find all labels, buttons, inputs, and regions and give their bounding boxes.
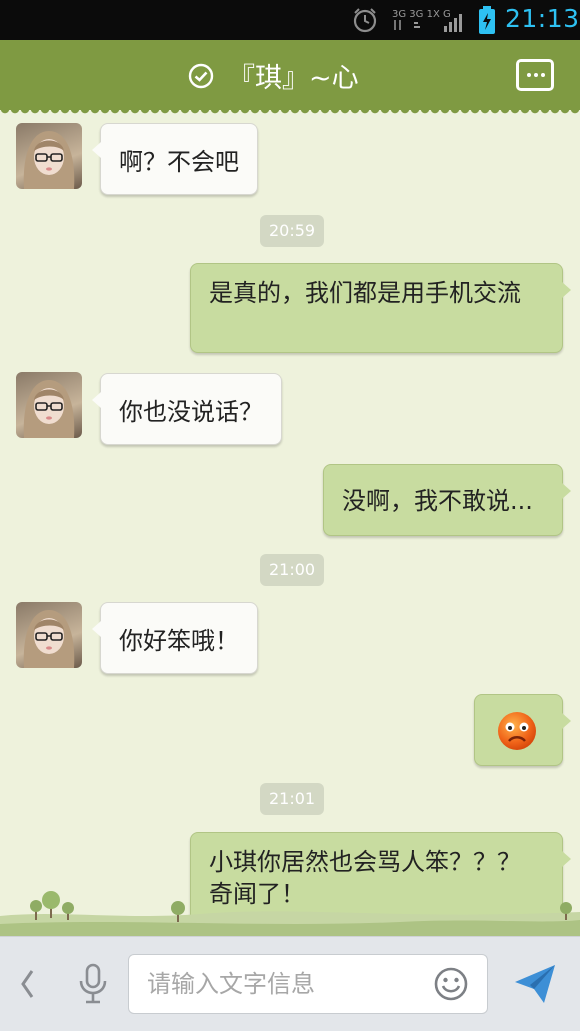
avatar-image <box>23 380 75 438</box>
timestamp: 21:00 <box>260 554 325 586</box>
send-icon[interactable] <box>512 961 558 1007</box>
avatar-image <box>23 610 75 668</box>
message-text: 你好笨哦！ <box>119 626 239 655</box>
input-bar <box>0 936 580 1031</box>
message-text: 啊？不会吧 <box>119 147 239 176</box>
avatar-image <box>23 131 75 189</box>
outgoing-message[interactable]: 是真的，我们都是用手机交流 <box>190 263 571 353</box>
scenery-decoration <box>0 891 580 936</box>
sad-face-emoji-icon <box>498 712 536 750</box>
more-icon[interactable] <box>516 59 554 91</box>
incoming-message[interactable]: 啊？不会吧 <box>92 123 258 195</box>
message-text: 你也没说话？ <box>119 397 263 426</box>
message-text: 是真的，我们都是用手机交流 <box>209 279 521 307</box>
message-text: 没啊，我不敢说... <box>342 487 533 515</box>
timestamp: 20:59 <box>260 215 325 247</box>
message-input[interactable] <box>147 955 427 1013</box>
outgoing-message[interactable]: 没啊，我不敢说... <box>323 464 571 536</box>
status-bar: 3G 3G 1X G 21:13 <box>0 0 580 40</box>
avatar[interactable] <box>16 602 82 668</box>
message-list[interactable]: 啊？不会吧 20:59 是真的，我们都是用手机交流 你也没说话？ 没啊，我不敢说… <box>0 110 580 930</box>
chevron-left-icon[interactable] <box>18 967 38 1001</box>
avatar[interactable] <box>16 123 82 189</box>
signal-icon: 3G 3G 1X G <box>392 9 462 32</box>
contact-name-title: 『琪』~心 <box>228 63 359 94</box>
avatar[interactable] <box>16 372 82 438</box>
svg-text:3G 3G 1X G: 3G 3G 1X G <box>392 9 451 20</box>
microphone-icon[interactable] <box>76 963 110 1005</box>
incoming-message[interactable]: 你也没说话？ <box>92 373 282 445</box>
outgoing-message[interactable] <box>474 694 571 766</box>
battery-charging-icon <box>479 6 495 34</box>
timestamp: 21:01 <box>260 783 325 815</box>
check-circle-icon <box>188 63 214 89</box>
incoming-message[interactable]: 你好笨哦！ <box>92 602 258 674</box>
emoji-icon[interactable] <box>433 966 469 1002</box>
status-time: 21:13 <box>505 4 580 33</box>
message-input-box[interactable] <box>128 954 488 1014</box>
alarm-icon <box>353 8 377 33</box>
chat-header: 『琪』~心 <box>0 40 580 116</box>
